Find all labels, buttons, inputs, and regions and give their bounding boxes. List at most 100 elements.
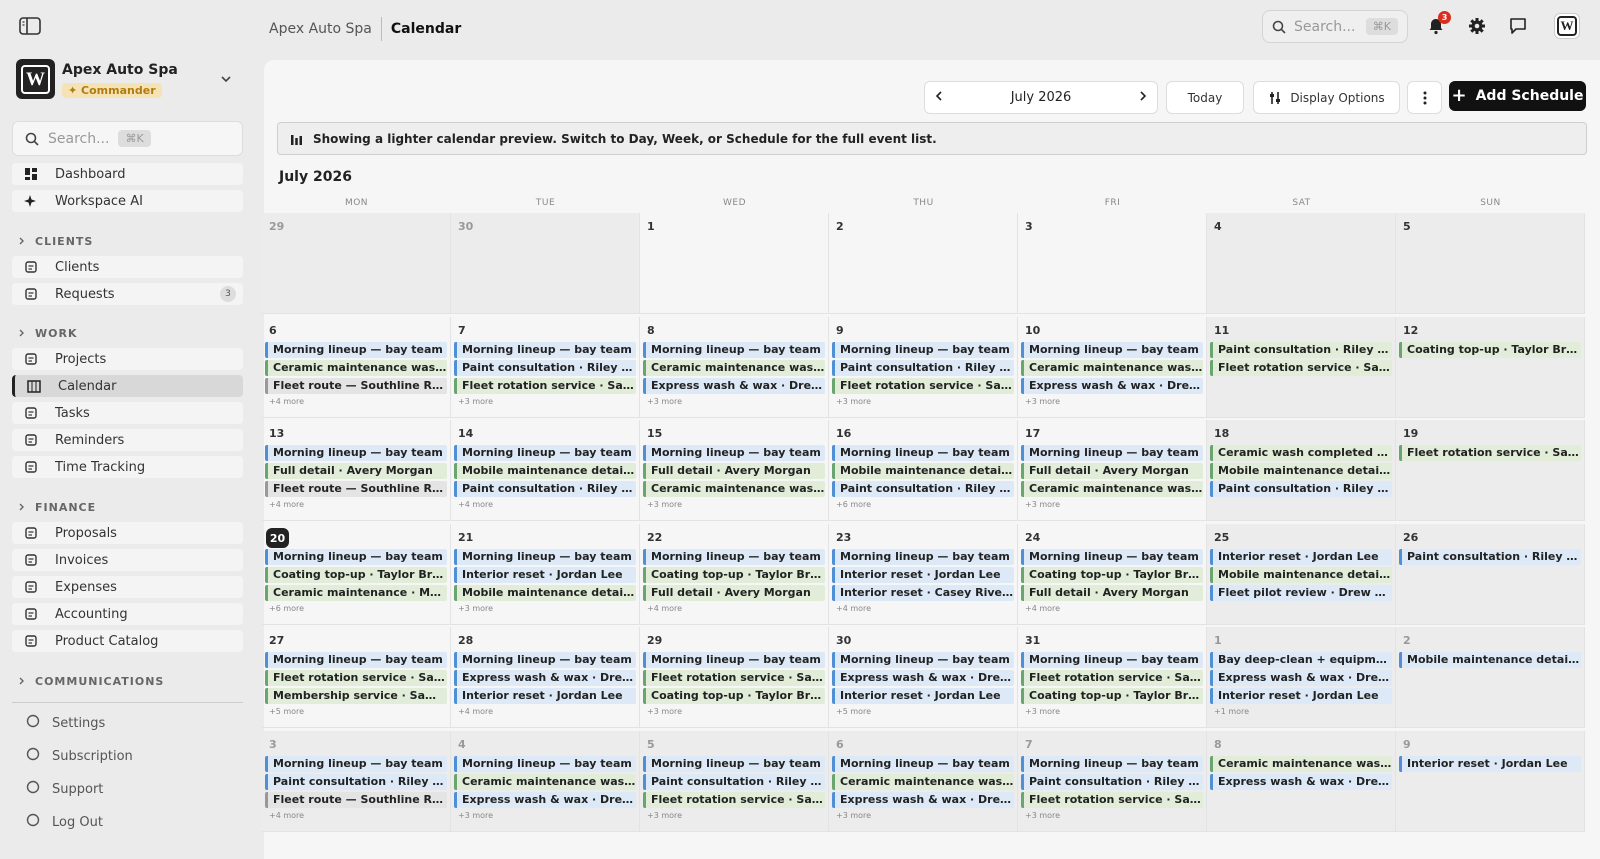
calendar-event[interactable]: Membership service · Sam Patel: [265, 688, 447, 704]
sidebar-item-dashboard[interactable]: Dashboard: [12, 163, 243, 185]
calendar-event[interactable]: Morning lineup — bay team: [643, 342, 825, 358]
calendar-day-cell[interactable]: 9 Interior reset · Jordan Lee: [1396, 731, 1585, 832]
calendar-day-cell[interactable]: 30: [451, 213, 640, 314]
section-work[interactable]: WORK: [18, 327, 77, 340]
gear-icon[interactable]: [1464, 13, 1490, 39]
more-events-link[interactable]: +6 more: [836, 500, 871, 509]
calendar-event[interactable]: Fleet rotation service · Sam Patel: [1021, 792, 1203, 808]
calendar-day-cell[interactable]: 26 Paint consultation · Riley Stone: [1396, 524, 1585, 625]
calendar-event[interactable]: Interior reset · Jordan Lee: [1210, 549, 1392, 565]
calendar-event[interactable]: Ceramic maintenance wash · Casey Rivera: [1021, 481, 1203, 497]
calendar-event[interactable]: Morning lineup — bay team: [643, 549, 825, 565]
org-switcher[interactable]: W Apex Auto Spa ✦ Commander: [16, 59, 240, 105]
calendar-event[interactable]: Paint consultation · Riley Stone: [1021, 774, 1203, 790]
calendar-event[interactable]: Morning lineup — bay team: [454, 549, 636, 565]
footer-settings[interactable]: Settings: [26, 714, 105, 732]
calendar-event[interactable]: Express wash & wax · Drew Walsh: [454, 792, 636, 808]
calendar-event[interactable]: Coating top-up · Taylor Brooks: [1021, 688, 1203, 704]
calendar-event[interactable]: Express wash & wax · Drew Walsh: [454, 670, 636, 686]
bell-icon[interactable]: 3: [1423, 11, 1451, 39]
calendar-event[interactable]: Interior reset · Casey Rivera: [832, 585, 1014, 601]
section-finance[interactable]: FINANCE: [18, 501, 96, 514]
calendar-event[interactable]: Full detail · Avery Morgan: [1021, 585, 1203, 601]
calendar-event[interactable]: Paint consultation · Riley Stone: [832, 481, 1014, 497]
calendar-event[interactable]: Fleet route — Southline Realty: [265, 481, 447, 497]
calendar-event[interactable]: Paint consultation · Riley Stone: [643, 774, 825, 790]
section-clients[interactable]: CLIENTS: [18, 235, 93, 248]
calendar-event[interactable]: Ceramic wash completed · Maya Chen: [1210, 445, 1392, 461]
footer-subscription[interactable]: Subscription: [26, 747, 133, 765]
calendar-event[interactable]: Morning lineup — bay team: [265, 756, 447, 772]
calendar-day-cell[interactable]: 6 Morning lineup — bay team Ceramic mainte…: [829, 731, 1018, 832]
calendar-day-cell[interactable]: 16 Morning lineup — bay team Mobile mainte…: [829, 420, 1018, 521]
more-events-link[interactable]: +3 more: [1025, 811, 1060, 820]
calendar-day-cell[interactable]: 5 Morning lineup — bay team Paint consulta…: [640, 731, 829, 832]
calendar-day-cell[interactable]: 27 Morning lineup — bay team Fleet rotatio…: [262, 627, 451, 728]
message-icon[interactable]: [1505, 13, 1531, 39]
calendar-day-cell[interactable]: 8 Ceramic maintenance wash · Casey Rivera…: [1207, 731, 1396, 832]
calendar-event[interactable]: Interior reset · Jordan Lee: [1210, 688, 1392, 704]
more-events-link[interactable]: +3 more: [1025, 397, 1060, 406]
more-events-link[interactable]: +3 more: [836, 397, 871, 406]
calendar-event[interactable]: Coating top-up · Taylor Brooks: [643, 688, 825, 704]
avatar[interactable]: W: [1554, 13, 1580, 39]
calendar-event[interactable]: Mobile maintenance detail · Maya Chen: [454, 585, 636, 601]
calendar-event[interactable]: Mobile maintenance detail · Maya Chen: [454, 463, 636, 479]
calendar-event[interactable]: Fleet route — Southline Realty: [265, 792, 447, 808]
calendar-event[interactable]: Mobile maintenance detail · Maya Chen: [832, 463, 1014, 479]
display-options-button[interactable]: Display Options: [1253, 81, 1400, 114]
more-events-link[interactable]: +3 more: [647, 397, 682, 406]
calendar-event[interactable]: Bay deep-clean + equipment audit: [1210, 652, 1392, 668]
calendar-event[interactable]: Fleet rotation service · Sam Patel: [454, 378, 636, 394]
calendar-event[interactable]: Paint consultation · Riley Stone: [1210, 342, 1392, 358]
calendar-event[interactable]: Morning lineup — bay team: [643, 756, 825, 772]
more-events-link[interactable]: +4 more: [647, 604, 682, 613]
calendar-day-cell[interactable]: 8 Morning lineup — bay team Ceramic mainte…: [640, 317, 829, 418]
sidebar-item-tasks[interactable]: Tasks: [12, 402, 243, 424]
more-events-link[interactable]: +1 more: [1214, 707, 1249, 716]
calendar-day-cell[interactable]: 2 Mobile maintenance detail · Maya Chen: [1396, 627, 1585, 728]
calendar-event[interactable]: Ceramic maintenance wash · Casey Rivera: [454, 774, 636, 790]
calendar-day-cell[interactable]: 23 Morning lineup — bay team Interior rese…: [829, 524, 1018, 625]
calendar-day-cell[interactable]: 1 Bay deep-clean + equipment audit Express…: [1207, 627, 1396, 728]
calendar-event[interactable]: Ceramic maintenance wash · Casey Rivera: [832, 774, 1014, 790]
calendar-event[interactable]: Morning lineup — bay team: [265, 342, 447, 358]
calendar-event[interactable]: Morning lineup — bay team: [454, 652, 636, 668]
calendar-event[interactable]: Ceramic maintenance · Maya Chen: [265, 585, 447, 601]
calendar-day-cell[interactable]: 29: [262, 213, 451, 314]
sidebar-item-clients[interactable]: Clients: [12, 256, 243, 278]
calendar-day-cell[interactable]: 15 Morning lineup — bay team Full detail ·…: [640, 420, 829, 521]
more-events-link[interactable]: +4 more: [1025, 604, 1060, 613]
calendar-event[interactable]: Fleet rotation service · Sam Patel: [1399, 445, 1581, 461]
calendar-event[interactable]: Full detail · Avery Morgan: [643, 463, 825, 479]
calendar-event[interactable]: Fleet route — Southline Realty: [265, 378, 447, 394]
section-communications[interactable]: COMMUNICATIONS: [18, 675, 164, 688]
calendar-event[interactable]: Express wash & wax · Drew Walsh: [832, 792, 1014, 808]
calendar-event[interactable]: Paint consultation · Riley Stone: [454, 481, 636, 497]
calendar-day-cell[interactable]: 7 Morning lineup — bay team Paint consulta…: [451, 317, 640, 418]
calendar-day-cell[interactable]: 13 Morning lineup — bay team Full detail ·…: [262, 420, 451, 521]
sidebar-item-proposals[interactable]: Proposals: [12, 522, 243, 544]
calendar-event[interactable]: Ceramic maintenance wash · Casey Rivera: [265, 360, 447, 376]
calendar-event[interactable]: Express wash & wax · Drew Walsh: [643, 378, 825, 394]
calendar-day-cell[interactable]: 31 Morning lineup — bay team Fleet rotatio…: [1018, 627, 1207, 728]
calendar-event[interactable]: Mobile maintenance detail · Maya Chen: [1210, 567, 1392, 583]
calendar-day-cell[interactable]: 1: [640, 213, 829, 314]
calendar-day-cell[interactable]: 21 Morning lineup — bay team Interior rese…: [451, 524, 640, 625]
calendar-event[interactable]: Fleet rotation service · Sam Patel: [265, 670, 447, 686]
calendar-event[interactable]: Mobile maintenance detail · Maya Chen: [1399, 652, 1581, 668]
calendar-event[interactable]: Morning lineup — bay team: [832, 652, 1014, 668]
calendar-event[interactable]: Morning lineup — bay team: [454, 445, 636, 461]
calendar-event[interactable]: Express wash & wax · Drew Walsh: [1210, 670, 1392, 686]
calendar-event[interactable]: Interior reset · Jordan Lee: [832, 688, 1014, 704]
calendar-event[interactable]: Morning lineup — bay team: [1021, 756, 1203, 772]
calendar-day-cell[interactable]: 5: [1396, 213, 1585, 314]
more-events-link[interactable]: +3 more: [458, 811, 493, 820]
calendar-event[interactable]: Morning lineup — bay team: [643, 652, 825, 668]
today-button[interactable]: Today: [1166, 81, 1244, 114]
footer-support[interactable]: Support: [26, 780, 103, 798]
more-events-link[interactable]: +5 more: [836, 707, 871, 716]
sidebar-item-time-tracking[interactable]: Time Tracking: [12, 456, 243, 478]
more-events-link[interactable]: +3 more: [458, 604, 493, 613]
calendar-event[interactable]: Express wash & wax · Drew Walsh: [1210, 774, 1392, 790]
